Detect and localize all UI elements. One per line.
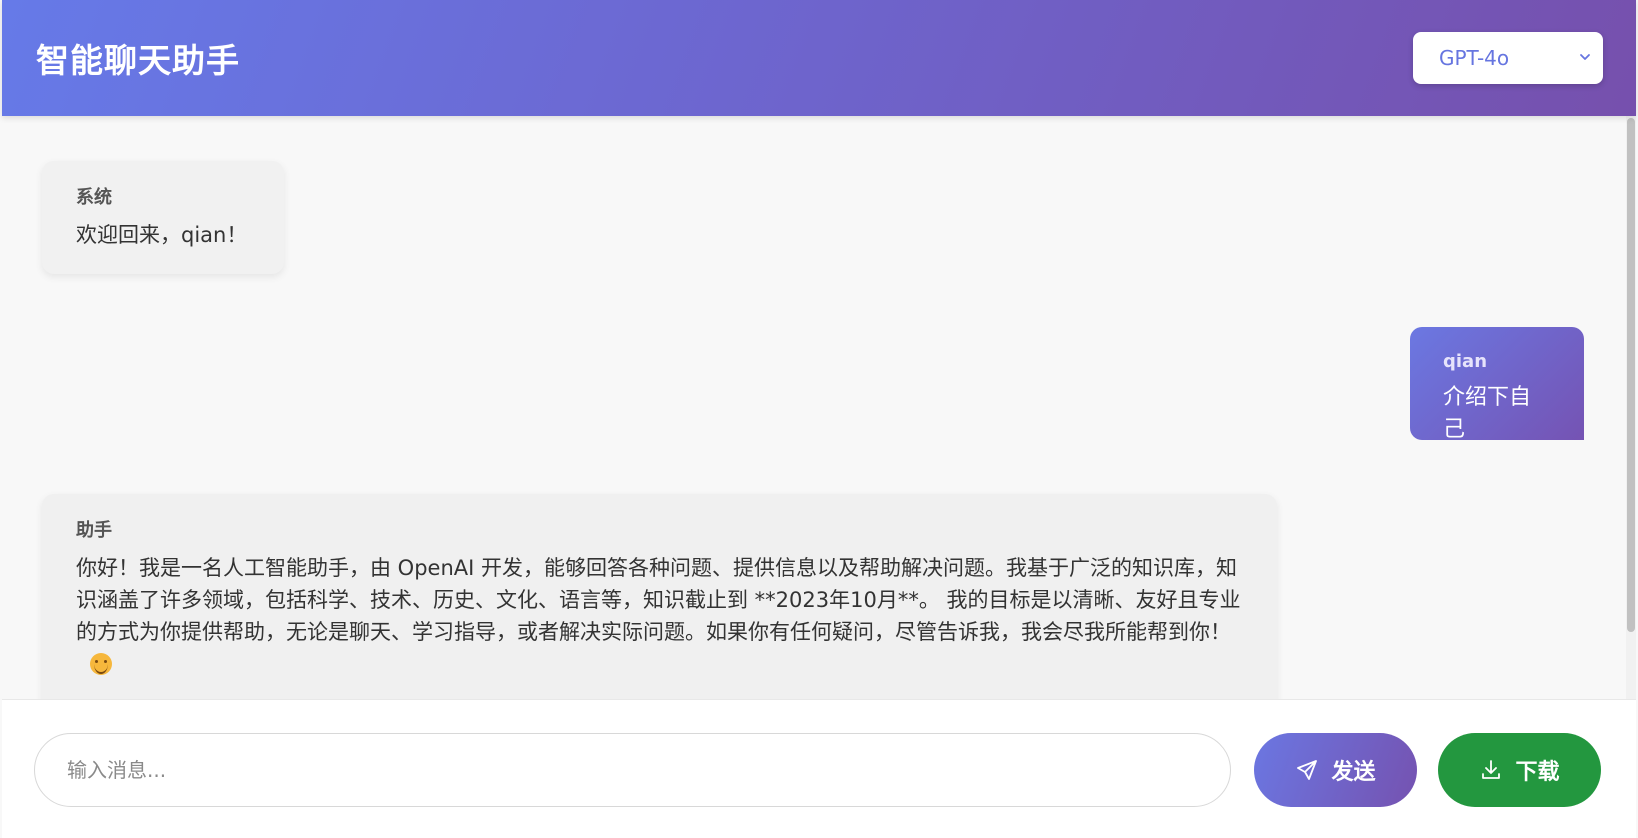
- download-button-label: 下载: [1515, 760, 1560, 785]
- download-icon: [1482, 760, 1501, 779]
- chat-scrollbar-thumb[interactable]: [1627, 118, 1635, 632]
- message-role: 助手: [76, 520, 112, 541]
- paper-plane-icon: [1297, 760, 1318, 780]
- smiling-face-icon: [90, 653, 112, 675]
- message-role: 系统: [76, 187, 112, 208]
- model-select-value: GPT-4o: [1439, 46, 1510, 70]
- chat-app: 智能聊天助手 GPT-4o 系统 欢迎回来，qian！ qian 介绍下自己 助…: [0, 0, 1638, 838]
- message-text-wrap: 你好！我是一名人工智能助手，由 OpenAI 开发，能够回答各种问题、提供信息以…: [76, 552, 1243, 680]
- message-text: 欢迎回来，qian！: [76, 223, 248, 247]
- app-header: 智能聊天助手 GPT-4o: [2, 0, 1636, 116]
- message-role: qian: [1443, 351, 1488, 372]
- chevron-down-icon: [1580, 54, 1590, 60]
- app-title: 智能聊天助手: [36, 41, 240, 80]
- message-input[interactable]: [34, 733, 1231, 807]
- message-text: 介绍下自己: [1443, 385, 1532, 442]
- assistant-message: 助手 你好！我是一名人工智能助手，由 OpenAI 开发，能够回答各种问题、提供…: [42, 494, 1277, 699]
- send-button-label: 发送: [1331, 760, 1376, 785]
- model-select[interactable]: GPT-4o: [1413, 32, 1603, 84]
- message-list[interactable]: 系统 欢迎回来，qian！ qian 介绍下自己 助手 你好！我是一名人工智能助…: [2, 116, 1636, 699]
- user-message: qian 介绍下自己: [1410, 327, 1584, 442]
- system-message: 系统 欢迎回来，qian！: [42, 161, 284, 274]
- download-button[interactable]: 下载: [1438, 733, 1601, 807]
- message-text: 你好！我是一名人工智能助手，由 OpenAI 开发，能够回答各种问题、提供信息以…: [76, 556, 1241, 644]
- send-button[interactable]: 发送: [1254, 733, 1417, 807]
- chat-scrollbar[interactable]: [1626, 116, 1636, 699]
- composer: 发送 下载: [2, 699, 1636, 838]
